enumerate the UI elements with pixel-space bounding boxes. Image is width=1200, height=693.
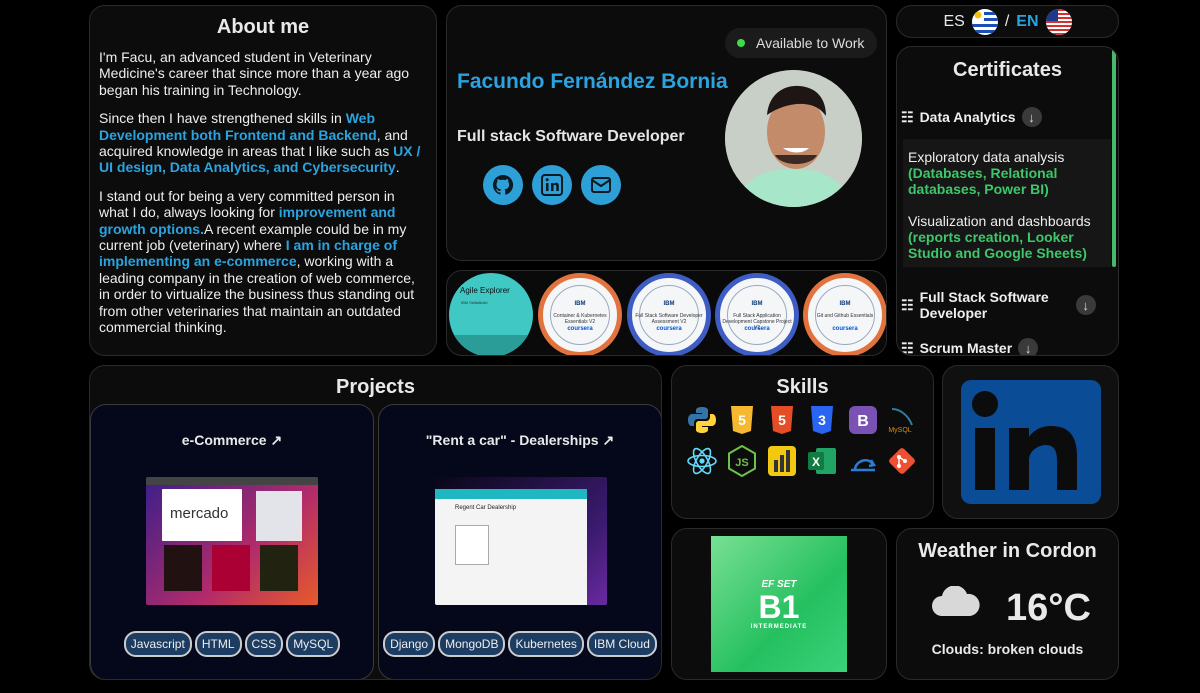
svg-text:JS: JS <box>735 457 748 469</box>
project-screenshot: mercado <box>146 477 318 605</box>
avatar <box>725 70 862 207</box>
github-icon[interactable] <box>483 165 523 205</box>
react-icon <box>686 445 718 477</box>
project-title[interactable]: e-Commerce ↗ <box>91 432 373 449</box>
badge-item[interactable]: IBM Container & Kubernetes Essentials V2 c… <box>538 273 622 355</box>
cert-description: Exploratory data analysis (Databases, Rel… <box>903 139 1111 267</box>
tag-list: Django MongoDB Kubernetes IBM Cloud <box>379 631 661 657</box>
list-icon: ☷ <box>901 108 914 125</box>
tag-list: Javascript HTML CSS MySQL <box>91 631 373 657</box>
mail-icon[interactable] <box>581 165 621 205</box>
project-screenshot: Regent Car Dealership <box>435 477 607 605</box>
svg-text:MySQL: MySQL <box>888 427 911 434</box>
excel-icon: X <box>806 445 838 477</box>
tag: IBM Cloud <box>586 631 657 657</box>
cloud-icon <box>930 585 980 623</box>
external-link-icon: ↗ <box>602 432 615 448</box>
profile-card: Available to Work Facundo Fernández Born… <box>446 5 887 261</box>
svg-text:5: 5 <box>738 412 746 428</box>
tag: Django <box>383 631 436 657</box>
external-link-icon: ↗ <box>270 432 283 448</box>
scrum-icon <box>847 445 879 477</box>
svg-text:3: 3 <box>818 412 826 428</box>
linkedin-icon[interactable] <box>532 165 572 205</box>
list-icon: ☷ <box>901 296 914 313</box>
status-badge: Available to Work <box>725 28 877 58</box>
arrow-down-icon[interactable]: ↓ <box>1021 107 1042 127</box>
badge-agile-explorer[interactable]: Agile Explorer IBM SkillsBuild <box>449 273 533 355</box>
weather-condition: Clouds: broken clouds <box>931 641 1084 657</box>
linkedin-icon[interactable] <box>951 372 1111 512</box>
lang-es-button[interactable]: ES <box>943 13 964 31</box>
projects-title: Projects <box>336 376 415 398</box>
about-paragraph-3: I stand out for being a very committed p… <box>99 187 415 336</box>
python-icon <box>686 404 718 436</box>
tag: Javascript <box>123 631 192 657</box>
tag: MongoDB <box>438 631 506 657</box>
certificates-title: Certificates <box>953 59 1062 81</box>
cert-item-scrum-master[interactable]: ☷ Scrum Master ↓ <box>901 338 1039 356</box>
about-title: About me <box>216 16 310 38</box>
uruguay-flag-icon[interactable] <box>971 8 998 35</box>
project-title[interactable]: "Rent a car" - Dealerships ↗ <box>379 432 661 449</box>
project-ecommerce[interactable]: e-Commerce ↗ mercado Javascript HTML CSS… <box>90 404 374 679</box>
social-links <box>483 165 621 205</box>
weather-title: Weather in Cordon <box>918 540 1097 562</box>
skills-title: Skills <box>776 376 829 398</box>
about-card: About me I'm Facu, an advanced student i… <box>89 5 437 356</box>
profile-role: Full stack Software Developer <box>457 128 685 145</box>
lang-en-button[interactable]: EN <box>1016 13 1038 31</box>
nodejs-icon: JS <box>726 445 758 477</box>
badge-item[interactable]: IBM Full Stack Application Development Ca… <box>715 273 799 355</box>
badge-item[interactable]: IBM Git and Github Essentials coursera <box>803 273 886 355</box>
about-paragraph-1: I'm Facu, an advanced student in Veterin… <box>99 49 410 98</box>
tag: CSS <box>244 631 284 657</box>
html5-icon: 5 <box>726 404 758 436</box>
tag: HTML <box>194 631 242 657</box>
cert-item-full-stack[interactable]: ☷ Full Stack Software Developer ↓ <box>901 289 1111 321</box>
projects-card: Projects e-Commerce ↗ mercado Javascript… <box>89 365 662 680</box>
status-dot-icon <box>737 39 745 47</box>
html5-icon: 5 <box>766 404 798 436</box>
tag: MySQL <box>286 631 341 657</box>
lang-separator: / <box>1004 12 1010 30</box>
cert-item-data-analytics[interactable]: ☷ Data Analytics ↓ <box>901 107 1042 127</box>
scrollbar[interactable] <box>1112 49 1116 267</box>
badge-item[interactable]: IBM Full Stack Software Developer Assessm… <box>627 273 711 355</box>
powerbi-icon <box>766 445 798 477</box>
about-paragraph-2: Since then I have strengthened skills in… <box>99 110 421 176</box>
ef-set-certificate[interactable]: EF SET B1 INTERMEDIATE <box>711 536 847 672</box>
temperature: 16°C <box>1006 587 1091 629</box>
list-icon: ☷ <box>901 339 914 356</box>
svg-text:X: X <box>812 455 820 469</box>
skills-card: Skills 5 5 3 B MySQL JS X <box>671 365 934 519</box>
mysql-icon: MySQL <box>886 404 918 436</box>
weather-card: Weather in Cordon 16°C Clouds: broken cl… <box>896 528 1119 680</box>
svg-text:B: B <box>857 413 869 430</box>
profile-name: Facundo Fernández Bornia <box>457 70 728 93</box>
certificates-card: Certificates ☷ Data Analytics ↓ Explorator… <box>896 46 1119 356</box>
svg-text:5: 5 <box>778 412 786 428</box>
css3-icon: 3 <box>806 404 838 436</box>
ef-set-card[interactable]: EF SET B1 INTERMEDIATE <box>671 528 887 680</box>
arrow-down-icon[interactable]: ↓ <box>1075 295 1096 315</box>
tag: Kubernetes <box>508 631 584 657</box>
language-switcher: ES / EN <box>896 5 1119 38</box>
badges-strip: Agile Explorer IBM SkillsBuild IBM Contain… <box>446 270 887 356</box>
usa-flag-icon[interactable] <box>1045 8 1072 35</box>
bootstrap-icon: B <box>847 404 879 436</box>
linkedin-card[interactable] <box>942 365 1119 519</box>
arrow-down-icon[interactable]: ↓ <box>1018 338 1039 355</box>
git-icon <box>886 445 918 477</box>
project-rent-a-car[interactable]: "Rent a car" - Dealerships ↗ Regent Car … <box>378 404 661 679</box>
